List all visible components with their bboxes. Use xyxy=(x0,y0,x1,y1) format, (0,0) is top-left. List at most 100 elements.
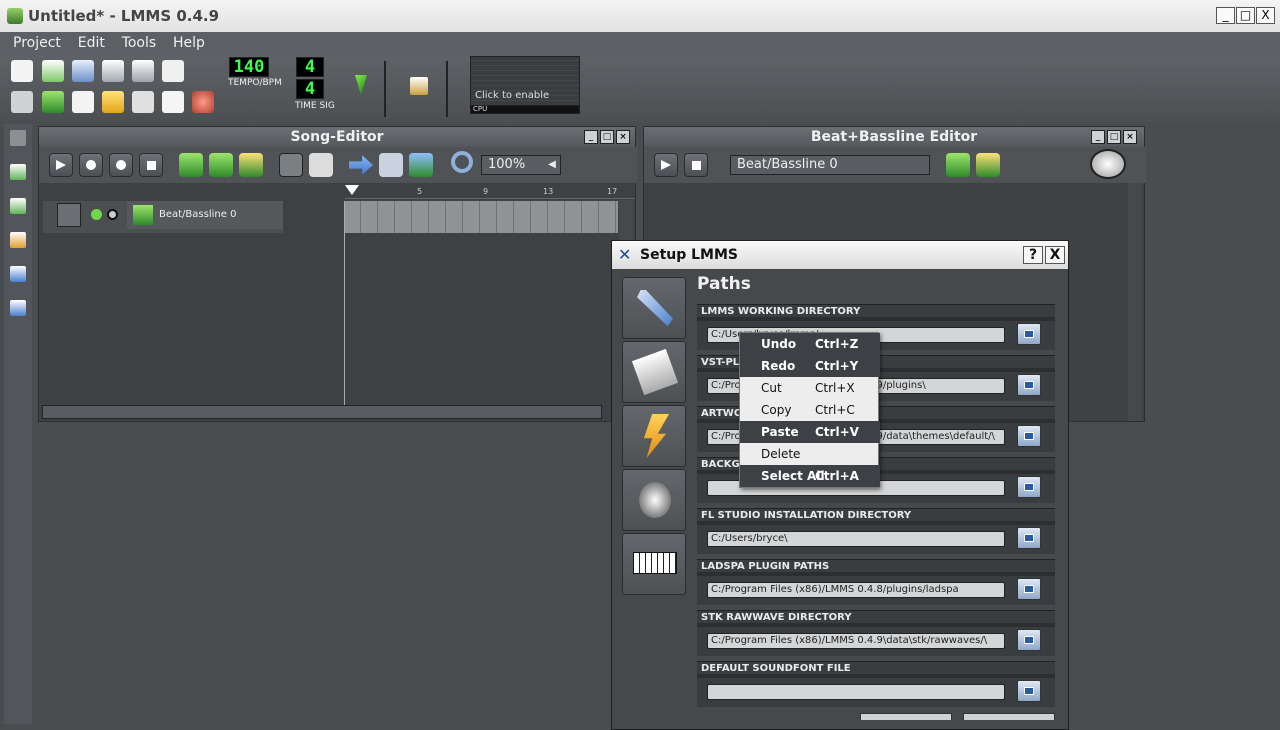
song-editor-icon[interactable] xyxy=(11,91,33,113)
ok-button[interactable] xyxy=(860,713,952,720)
my-home-icon[interactable] xyxy=(10,266,26,282)
stop-song-button[interactable] xyxy=(139,153,163,177)
mute-toggle[interactable] xyxy=(91,209,102,220)
song-editor-maximize[interactable]: □ xyxy=(600,130,614,144)
browse-button[interactable] xyxy=(1017,476,1041,498)
play-song-button[interactable] xyxy=(49,153,73,177)
zoom-dropdown-icon[interactable]: ◀ xyxy=(544,156,560,174)
bb-add-automation-button[interactable] xyxy=(976,153,1000,177)
root-directory-icon[interactable] xyxy=(10,300,26,316)
browse-button[interactable] xyxy=(1017,374,1041,396)
browse-button[interactable] xyxy=(1017,629,1041,651)
track-settings-icon[interactable] xyxy=(57,203,81,227)
bb-editor-minimize[interactable]: _ xyxy=(1091,130,1105,144)
track-pattern-area[interactable] xyxy=(344,201,618,233)
maximize-button[interactable]: □ xyxy=(1236,7,1255,24)
project-notes-icon[interactable] xyxy=(162,91,184,113)
song-hscrollbar[interactable] xyxy=(42,405,602,419)
bb-add-track-button[interactable] xyxy=(946,153,970,177)
new-from-template-icon[interactable] xyxy=(42,60,64,82)
browse-button[interactable] xyxy=(1017,680,1041,702)
browse-button[interactable] xyxy=(1017,527,1041,549)
record-button[interactable] xyxy=(79,153,103,177)
bb-stop-button[interactable] xyxy=(684,153,708,177)
draw-mode-button[interactable] xyxy=(279,153,303,177)
ruler-label: 9 xyxy=(483,187,489,196)
timeline-ruler[interactable]: 5 9 13 17 xyxy=(345,185,635,199)
add-beat-bassline-button[interactable] xyxy=(179,153,203,177)
fx-mixer-icon[interactable] xyxy=(132,91,154,113)
tempo-display[interactable]: 140 xyxy=(229,57,269,77)
playhead-marker[interactable] xyxy=(345,185,359,195)
timesig-denominator[interactable]: 4 xyxy=(296,79,324,99)
song-editor-close[interactable]: × xyxy=(616,130,630,144)
fl-studio-dir-input[interactable]: C:/Users/bryce\ xyxy=(707,531,1005,547)
piano-roll-icon[interactable] xyxy=(72,91,94,113)
ladspa-paths-input[interactable]: C:/Program Files (x86)/LMMS 0.4.8/plugin… xyxy=(707,582,1005,598)
menu-help[interactable]: Help xyxy=(173,32,205,51)
menu-item-paste[interactable]: Paste Ctrl+V xyxy=(740,421,880,443)
audio-settings-tab[interactable] xyxy=(622,469,686,531)
menu-project[interactable]: Project xyxy=(13,32,61,51)
song-editor-minimize[interactable]: _ xyxy=(584,130,598,144)
track-name-button[interactable]: Beat/Bassline 0 xyxy=(127,201,283,229)
bb-editor-maximize[interactable]: □ xyxy=(1107,130,1121,144)
add-automation-track-button[interactable] xyxy=(239,153,263,177)
master-pitch-slider[interactable] xyxy=(446,61,456,117)
bb-play-button[interactable] xyxy=(654,153,678,177)
menu-item-copy[interactable]: Copy Ctrl+C xyxy=(740,399,880,421)
paths-tab[interactable] xyxy=(622,341,686,403)
help-button[interactable]: ? xyxy=(1023,246,1043,264)
setup-dialog-title: Setup LMMS xyxy=(640,247,738,263)
general-settings-tab[interactable] xyxy=(622,277,686,339)
beat-bassline-icon[interactable] xyxy=(42,91,64,113)
menu-item-cut[interactable]: Cut Ctrl+X xyxy=(740,377,880,399)
record-while-playing-button[interactable] xyxy=(109,153,133,177)
open-project-icon[interactable] xyxy=(72,60,94,82)
menu-edit[interactable]: Edit xyxy=(78,32,105,51)
master-volume-slider[interactable] xyxy=(384,61,394,117)
timesig-numerator[interactable]: 4 xyxy=(296,57,324,77)
edit-mode-button[interactable] xyxy=(309,153,333,177)
menu-item-redo[interactable]: Redo Ctrl+Y xyxy=(740,355,880,377)
midi-settings-tab[interactable] xyxy=(622,533,686,595)
menu-item-undo[interactable]: Undo Ctrl+Z xyxy=(740,333,880,355)
save-project-icon[interactable] xyxy=(132,60,154,82)
group-label: LADSPA PLUGIN PATHS xyxy=(701,561,830,572)
bb-editor-close[interactable]: × xyxy=(1123,130,1137,144)
auto-scroll-icon[interactable] xyxy=(349,155,373,175)
controller-rack-icon[interactable] xyxy=(192,91,214,113)
menu-tools[interactable]: Tools xyxy=(122,32,157,51)
browse-button[interactable] xyxy=(1017,425,1041,447)
soundfont-input[interactable] xyxy=(707,684,1005,700)
bb-track-combobox[interactable]: Beat/Bassline 0 xyxy=(730,155,930,175)
export-project-icon[interactable] xyxy=(162,60,184,82)
stk-rawwave-input[interactable]: C:/Program Files (x86)/LMMS 0.4.9\data\s… xyxy=(707,633,1005,649)
my-samples-icon[interactable] xyxy=(10,198,26,214)
menu-item-delete[interactable]: Delete xyxy=(740,443,880,465)
visualization-widget[interactable]: Click to enable xyxy=(470,56,580,106)
performance-tab[interactable] xyxy=(622,405,686,467)
browse-button[interactable] xyxy=(1017,578,1041,600)
new-project-icon[interactable] xyxy=(11,60,33,82)
speaker-icon xyxy=(639,482,671,518)
loop-points-icon[interactable] xyxy=(379,153,403,177)
menu-item-select-all[interactable]: Select All Ctrl+A xyxy=(740,465,880,487)
folder-icon xyxy=(1024,432,1034,440)
side-bar xyxy=(4,124,32,724)
add-sample-track-button[interactable] xyxy=(209,153,233,177)
dialog-close-button[interactable]: X xyxy=(1045,246,1065,264)
context-menu: Undo Ctrl+Z Redo Ctrl+Y Cut Ctrl+X Copy Ctrl… xyxy=(739,332,880,488)
instrument-plugins-icon[interactable] xyxy=(10,130,26,146)
solo-toggle[interactable] xyxy=(107,209,118,220)
my-projects-icon[interactable] xyxy=(10,164,26,180)
close-button[interactable]: X xyxy=(1256,7,1275,24)
browse-button[interactable] xyxy=(1017,323,1041,345)
my-presets-icon[interactable] xyxy=(10,232,26,248)
cancel-button[interactable] xyxy=(963,713,1055,720)
recent-projects-icon[interactable] xyxy=(102,60,124,82)
stop-behaviour-icon[interactable] xyxy=(409,153,433,177)
bb-vscrollbar[interactable] xyxy=(1128,183,1142,421)
automation-editor-icon[interactable] xyxy=(102,91,124,113)
minimize-button[interactable]: _ xyxy=(1216,7,1235,24)
